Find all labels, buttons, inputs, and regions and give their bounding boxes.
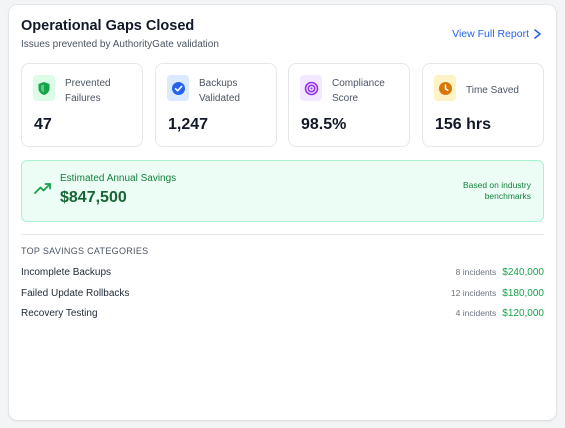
category-incidents: 8 incidents [455, 267, 497, 277]
savings-label: Estimated Annual Savings [60, 173, 177, 184]
category-amount: $180,000 [502, 288, 544, 299]
operational-gaps-card: Operational Gaps Closed Issues prevented… [9, 5, 556, 420]
clock-icon [434, 75, 456, 101]
metric-card-backups-validated: Backups Validated 1,247 [155, 63, 277, 147]
metric-label: Time Saved [466, 85, 519, 96]
metric-value: 1,247 [168, 116, 209, 133]
metric-value: 47 [34, 116, 52, 133]
metric-label: Prevented Failures [65, 78, 111, 104]
metric-card-prevented-failures: Prevented Failures 47 [21, 63, 143, 147]
metric-card-compliance-score: Compliance Score 98.5% [288, 63, 410, 147]
chevron-right-icon [534, 29, 541, 39]
category-row: Incomplete Backups 8 incidents $240,000 [21, 267, 544, 283]
metric-value: 156 hrs [435, 116, 492, 133]
category-name: Recovery Testing [21, 308, 98, 319]
category-incidents: 12 incidents [450, 288, 497, 298]
view-full-report-link[interactable]: View Full Report [452, 28, 542, 40]
savings-note: Based on industry benchmarks [462, 180, 531, 201]
section-divider [21, 234, 544, 235]
category-name: Incomplete Backups [21, 267, 112, 278]
savings-value: $847,500 [60, 189, 127, 206]
estimated-savings-banner: Estimated Annual Savings $847,500 Based … [21, 160, 544, 222]
view-full-report-label: View Full Report [452, 28, 529, 40]
category-amount: $120,000 [502, 308, 544, 319]
metric-value: 98.5% [301, 116, 347, 133]
metric-card-time-saved: Time Saved 156 hrs [422, 63, 544, 147]
metric-label: Backups Validated [199, 78, 240, 104]
metric-label: Compliance Score [332, 78, 385, 104]
card-subtitle: Issues prevented by AuthorityGate valida… [21, 39, 219, 50]
category-incidents: 4 incidents [455, 308, 497, 318]
category-name: Failed Update Rollbacks [21, 288, 130, 299]
categories-title: TOP SAVINGS CATEGORIES [21, 246, 149, 256]
category-row: Recovery Testing 4 incidents $120,000 [21, 308, 544, 324]
card-title: Operational Gaps Closed [21, 18, 195, 34]
category-amount: $240,000 [502, 267, 544, 278]
target-icon [300, 75, 322, 101]
check-circle-icon [167, 75, 189, 101]
shield-icon [33, 75, 55, 101]
trending-up-icon [34, 183, 51, 194]
category-row: Failed Update Rollbacks 12 incidents $18… [21, 288, 544, 304]
